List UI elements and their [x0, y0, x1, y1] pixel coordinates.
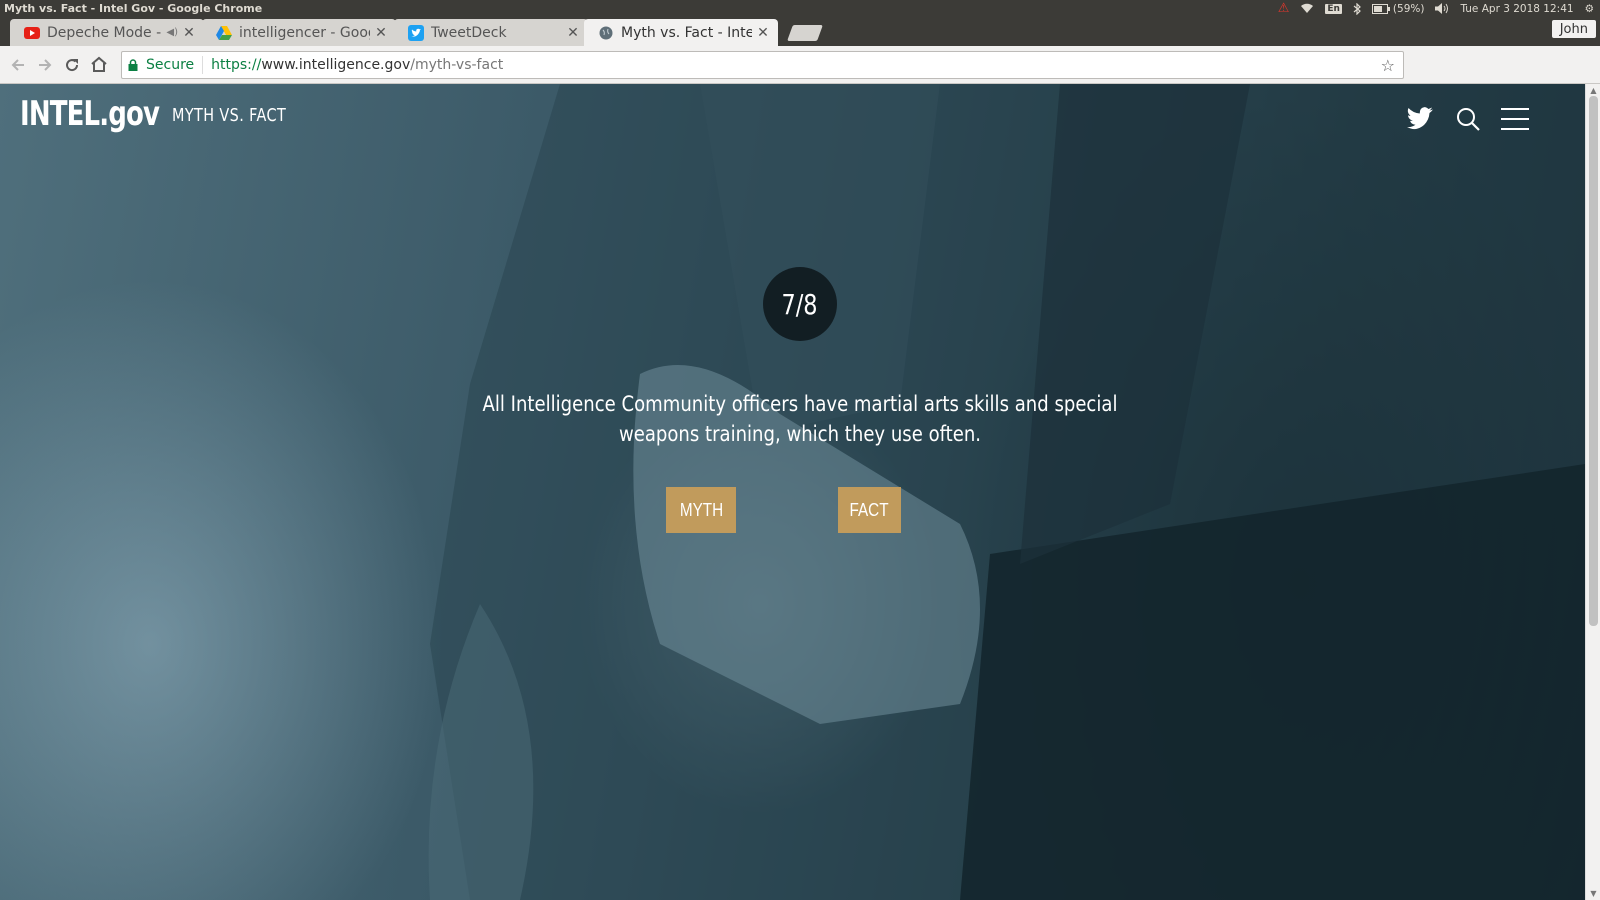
settings-gear-icon[interactable]: ⚙	[1585, 3, 1594, 15]
tab-myth-vs-fact[interactable]: Myth vs. Fact - Intel ✕	[584, 19, 778, 46]
web-page: INTEL.gov MYTH VS. FACT 7/8 All Intellig…	[0, 84, 1585, 900]
bluetooth-icon[interactable]	[1353, 2, 1361, 15]
new-tab-button[interactable]	[787, 25, 823, 41]
tab-tweetdeck[interactable]: TweetDeck ✕	[394, 19, 588, 46]
tab-label: Depeche Mode - I	[47, 24, 163, 41]
site-header: INTEL.gov MYTH VS. FACT	[0, 84, 1585, 154]
close-tab-icon[interactable]: ✕	[182, 25, 196, 41]
volume-icon[interactable]	[1435, 3, 1449, 14]
clock[interactable]: Tue Apr 3 2018 12:41	[1460, 3, 1573, 15]
browser-tab-strip: Depeche Mode - I ◀) ✕ intelligencer - Go…	[0, 17, 1600, 46]
page-scrollbar[interactable]: ▲ ▼	[1585, 84, 1600, 900]
profile-button[interactable]: John	[1551, 20, 1596, 38]
browser-toolbar: Secure https://www.intelligence.gov/myth…	[0, 46, 1600, 118]
tab-label: intelligencer - Goog	[239, 24, 370, 41]
window-title: Myth vs. Fact - Intel Gov - Google Chrom…	[4, 2, 263, 15]
page-title: MYTH VS. FACT	[172, 105, 287, 126]
home-icon	[90, 56, 107, 72]
scroll-up-arrow-icon[interactable]: ▲	[1589, 86, 1598, 95]
back-arrow-icon	[11, 58, 24, 71]
url-scheme: https://	[211, 57, 262, 73]
reload-icon	[65, 58, 78, 71]
forward-arrow-icon	[38, 58, 51, 71]
statement-label: All Intelligence Community officers have…	[482, 392, 1118, 446]
google-drive-icon	[216, 25, 232, 41]
tab-label: TweetDeck	[431, 24, 507, 41]
forward-button[interactable]	[31, 51, 58, 78]
warning-icon[interactable]: ⚠	[1278, 1, 1290, 16]
fact-button-label: FACT	[849, 499, 890, 520]
os-top-panel: Myth vs. Fact - Intel Gov - Google Chrom…	[0, 0, 1600, 17]
youtube-icon	[24, 25, 40, 41]
question-counter: 7/8	[763, 267, 837, 341]
battery-percent: (59%)	[1392, 2, 1425, 15]
counter-text: 7/8	[781, 287, 819, 321]
battery-indicator[interactable]: (59%)	[1371, 2, 1425, 15]
tab-label: Myth vs. Fact - Intel	[621, 24, 752, 41]
keyboard-layout-indicator[interactable]: En	[1325, 3, 1342, 14]
site-logo[interactable]: INTEL.gov	[20, 94, 160, 134]
address-bar[interactable]: Secure https://www.intelligence.gov/myth…	[121, 51, 1404, 79]
twitter-icon[interactable]	[1405, 104, 1435, 134]
myth-button[interactable]: MYTH	[666, 487, 736, 533]
speaker-muted-icon[interactable]: ◀)	[166, 27, 178, 38]
lock-icon	[128, 59, 138, 71]
fact-button[interactable]: FACT	[838, 487, 901, 533]
scrollbar-thumb[interactable]	[1589, 96, 1598, 626]
close-tab-icon[interactable]: ✕	[756, 25, 770, 41]
reload-button[interactable]	[58, 51, 85, 78]
search-icon[interactable]	[1453, 104, 1483, 134]
background-photo	[428, 84, 1585, 900]
secure-label: Secure	[146, 57, 195, 73]
close-tab-icon[interactable]: ✕	[374, 25, 388, 41]
system-tray: ⚠ En (59%) Tue Apr 3 2018 12:41 ⚙	[1278, 0, 1594, 17]
url-host: www.intelligence.gov	[261, 57, 411, 73]
home-button[interactable]	[85, 51, 112, 78]
globe-icon	[598, 25, 614, 41]
bookmark-star-icon[interactable]: ☆	[1381, 56, 1395, 75]
tab-depeche-mode[interactable]: Depeche Mode - I ◀) ✕	[10, 19, 204, 46]
tab-intelligencer[interactable]: intelligencer - Goog ✕	[202, 19, 396, 46]
statement-text: All Intelligence Community officers have…	[430, 389, 1170, 449]
url-text[interactable]: https://www.intelligence.gov/myth-vs-fac…	[203, 57, 503, 73]
back-button[interactable]	[4, 51, 31, 78]
twitter-icon	[408, 24, 424, 41]
site-security-indicator[interactable]: Secure	[122, 56, 204, 74]
myth-button-label: MYTH	[679, 499, 723, 520]
url-path: /myth-vs-fact	[410, 57, 504, 73]
wifi-icon[interactable]	[1300, 3, 1314, 14]
close-tab-icon[interactable]: ✕	[566, 25, 580, 41]
scroll-down-arrow-icon[interactable]: ▼	[1589, 889, 1598, 898]
hamburger-menu-icon[interactable]	[1500, 104, 1530, 134]
